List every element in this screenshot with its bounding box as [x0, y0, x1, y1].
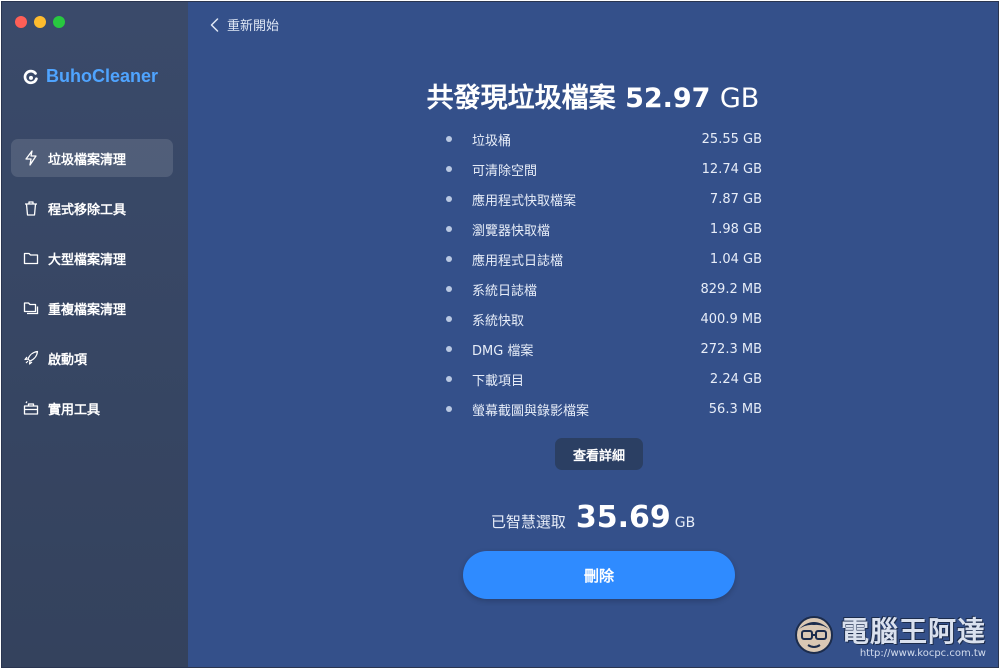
- bullet-icon: [446, 406, 452, 412]
- item-name: 應用程式日誌檔: [472, 253, 564, 269]
- watermark-url: http://www.kocpc.com.tw: [859, 648, 986, 659]
- list-item: DMG 檔案 272.3 MB: [446, 334, 762, 364]
- list-item: 下載項目 2.24 GB: [446, 364, 762, 394]
- watermark: 電腦王阿達 http://www.kocpc.com.tw: [793, 610, 986, 659]
- item-size: 400.9 MB: [700, 311, 762, 327]
- bullet-icon: [446, 376, 452, 382]
- smart-selection-label: 已智慧選取: [490, 513, 566, 531]
- restart-button[interactable]: 重新開始: [210, 15, 279, 34]
- view-details-button[interactable]: 查看詳細: [555, 438, 643, 470]
- list-item: 應用程式日誌檔 1.04 GB: [446, 244, 762, 274]
- smart-selection-unit: GB: [674, 515, 696, 531]
- item-name: 應用程式快取檔案: [472, 193, 577, 209]
- list-item: 系統快取 400.9 MB: [446, 304, 762, 334]
- bullet-icon: [446, 346, 452, 352]
- item-size: 12.74 GB: [701, 161, 762, 177]
- window-controls: [15, 16, 65, 28]
- bullet-icon: [446, 196, 452, 202]
- item-size: 25.55 GB: [701, 131, 762, 147]
- item-size: 2.24 GB: [709, 371, 762, 387]
- sidebar-item-label: 大型檔案清理: [48, 252, 127, 268]
- item-name: 垃圾桶: [472, 133, 512, 149]
- smart-selection-summary: 已智慧選取 35.69 GB: [188, 500, 998, 535]
- item-name: 可清除空間: [472, 163, 538, 179]
- sidebar-nav: 垃圾檔案清理 程式移除工具 大型檔案清理 重複檔案清理 啟動項 實用工具: [11, 139, 173, 439]
- title-prefix: 共發現垃圾檔案: [426, 83, 616, 114]
- bullet-icon: [446, 136, 452, 142]
- main-panel: 重新開始 共發現垃圾檔案 52.97 GB 垃圾桶 25.55 GB 可清除空間 1…: [188, 2, 998, 667]
- item-name: 瀏覽器快取檔: [472, 223, 551, 239]
- item-name: 系統日誌檔: [472, 283, 538, 299]
- mascot-face-icon: [794, 615, 833, 654]
- page-title: 共發現垃圾檔案 52.97 GB: [188, 76, 998, 115]
- delete-button[interactable]: 刪除: [463, 551, 735, 599]
- item-size: 7.87 GB: [709, 191, 762, 207]
- buho-logo-icon: [23, 69, 38, 84]
- sidebar-item-label: 實用工具: [48, 402, 101, 418]
- sidebar-item-large-files[interactable]: 大型檔案清理: [11, 239, 173, 277]
- zoom-window-button[interactable]: [53, 16, 65, 28]
- restart-label: 重新開始: [227, 19, 280, 34]
- bullet-icon: [446, 316, 452, 322]
- watermark-text: 電腦王阿達 http://www.kocpc.com.tw: [841, 610, 986, 659]
- app-window: BuhoCleaner 垃圾檔案清理 程式移除工具 大型檔案清理 重複檔案清理 …: [1, 1, 999, 668]
- item-size: 1.04 GB: [709, 251, 762, 267]
- list-item: 螢幕截圖與錄影檔案 56.3 MB: [446, 394, 762, 424]
- sidebar-item-duplicate-files[interactable]: 重複檔案清理: [11, 289, 173, 327]
- brand-name: BuhoCleaner: [46, 66, 159, 86]
- sidebar-item-app-uninstaller[interactable]: 程式移除工具: [11, 189, 173, 227]
- sidebar-item-label: 啟動項: [48, 352, 88, 368]
- item-size: 56.3 MB: [708, 401, 762, 417]
- list-item: 瀏覽器快取檔 1.98 GB: [446, 214, 762, 244]
- item-name: 螢幕截圖與錄影檔案: [472, 403, 590, 419]
- sidebar-item-startup-items[interactable]: 啟動項: [11, 339, 173, 377]
- chevron-left-icon: [210, 17, 219, 32]
- list-item: 應用程式快取檔案 7.87 GB: [446, 184, 762, 214]
- sidebar-item-utilities[interactable]: 實用工具: [11, 389, 173, 427]
- sidebar-item-label: 程式移除工具: [48, 202, 127, 218]
- item-size: 1.98 GB: [709, 221, 762, 237]
- sidebar-item-label: 重複檔案清理: [48, 302, 127, 318]
- item-size: 829.2 MB: [700, 281, 762, 297]
- sidebar-item-label: 垃圾檔案清理: [48, 152, 127, 168]
- duplicate-folder-icon: [23, 300, 39, 316]
- list-item: 可清除空間 12.74 GB: [446, 154, 762, 184]
- bullet-icon: [446, 166, 452, 172]
- title-value: 52.97: [625, 83, 711, 114]
- toolbox-icon: [23, 400, 39, 416]
- bullet-icon: [446, 226, 452, 232]
- bolt-icon: [23, 150, 39, 166]
- item-name: DMG 檔案: [472, 343, 534, 359]
- app-brand: BuhoCleaner: [22, 66, 158, 87]
- minimize-window-button[interactable]: [34, 16, 46, 28]
- smart-selection-value: 35.69: [575, 500, 671, 535]
- close-window-button[interactable]: [15, 16, 27, 28]
- title-unit: GB: [719, 83, 760, 114]
- list-item: 系統日誌檔 829.2 MB: [446, 274, 762, 304]
- item-name: 系統快取: [472, 313, 525, 329]
- folder-icon: [23, 250, 39, 266]
- trash-icon: [23, 200, 39, 216]
- bullet-icon: [446, 286, 452, 292]
- item-size: 272.3 MB: [700, 341, 762, 357]
- rocket-icon: [23, 350, 39, 366]
- list-item: 垃圾桶 25.55 GB: [446, 124, 762, 154]
- bullet-icon: [446, 256, 452, 262]
- item-name: 下載項目: [472, 373, 525, 389]
- sidebar-item-junk-cleanup[interactable]: 垃圾檔案清理: [11, 139, 173, 177]
- sidebar: BuhoCleaner 垃圾檔案清理 程式移除工具 大型檔案清理 重複檔案清理 …: [2, 2, 188, 667]
- junk-category-list: 垃圾桶 25.55 GB 可清除空間 12.74 GB 應用程式快取檔案 7.87 G…: [446, 124, 762, 424]
- watermark-title: 電腦王阿達: [840, 615, 986, 648]
